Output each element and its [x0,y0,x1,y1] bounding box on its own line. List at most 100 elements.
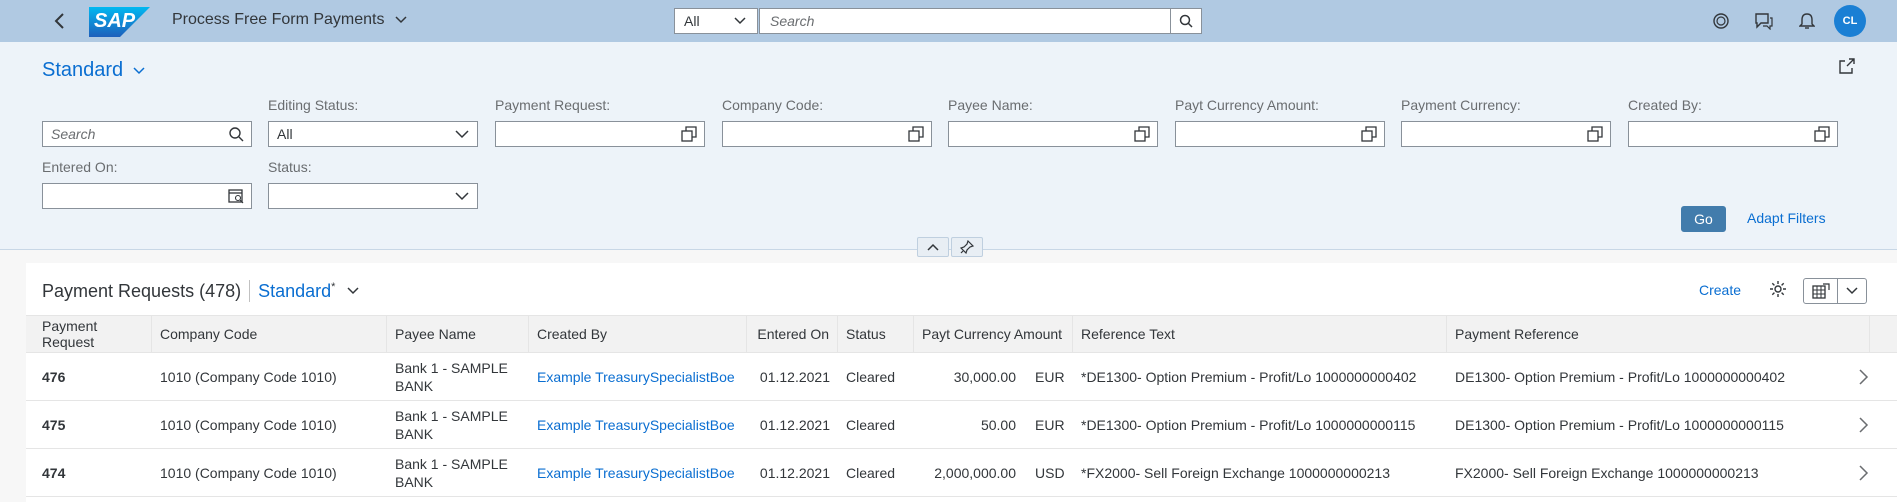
cell-created-by-link[interactable]: Example TreasurySpecialistBoe [529,449,747,497]
value-help-icon[interactable] [681,126,697,142]
calendar-icon[interactable] [228,188,244,204]
status-select[interactable] [268,183,478,209]
table-row[interactable]: 474 1010 (Company Code 1010) Bank 1 - SA… [26,449,1897,497]
go-button[interactable]: Go [1681,206,1726,232]
value-help-icon[interactable] [1587,126,1603,142]
payment-currency-input[interactable] [1401,121,1611,147]
cell-payment-reference: FX2000- Sell Foreign Exchange 1000000000… [1455,465,1759,481]
filter-label [42,97,252,116]
cell-reference-text: *DE1300- Option Premium - Profit/Lo 1000… [1081,369,1417,385]
column-header-reference-text[interactable]: Reference Text [1073,316,1447,352]
value-help-icon[interactable] [1814,126,1830,142]
export-to-spreadsheet-button[interactable] [1804,279,1838,303]
column-header-status[interactable]: Status [838,316,914,352]
variant-modified-marker: * [331,280,336,293]
created-by-input[interactable] [1628,121,1838,147]
table-variant-selector[interactable]: Standard* [258,281,359,302]
cell-reference-text: *DE1300- Option Premium - Profit/Lo 1000… [1081,417,1416,433]
filter-label: Payt Currency Amount: [1175,97,1319,113]
table-row[interactable]: 476 1010 (Company Code 1010) Bank 1 - SA… [26,353,1897,401]
cell-payment-request: 474 [42,465,66,481]
filter-payee-name: Payee Name: [948,97,1158,147]
cell-payee-name: Bank 1 - SAMPLE BANK [387,449,529,497]
table-title-area: Payment Requests (478) Standard* [42,280,359,302]
cell-currency: USD [1035,465,1065,481]
chevron-right-icon[interactable] [1855,368,1871,386]
value-help-icon[interactable] [1134,126,1150,142]
chevron-right-icon[interactable] [1855,464,1871,482]
user-avatar[interactable]: CL [1834,5,1866,37]
column-header-payment-request[interactable]: Payment Request [26,316,152,352]
global-search-input[interactable] [770,13,1120,29]
cell-currency: EUR [1035,417,1065,433]
copilot-icon[interactable] [1710,10,1732,32]
table-row[interactable]: 475 1010 (Company Code 1010) Bank 1 - SA… [26,401,1897,449]
column-header-payt-currency-amount[interactable]: Payt Currency Amount [914,316,1073,352]
cell-status: Cleared [846,417,896,433]
filter-company-code: Company Code: [722,97,932,147]
feedback-icon[interactable] [1753,10,1775,32]
search-icon[interactable] [228,126,244,142]
cell-amount: 30,000.00 [953,369,1016,385]
chevron-down-icon [455,192,469,201]
cell-currency: EUR [1035,369,1065,385]
table-settings-button[interactable] [1769,280,1791,302]
search-icon [1179,14,1193,28]
value-help-icon[interactable] [1361,126,1377,142]
variant-selector[interactable]: Standard [42,59,145,82]
payment-request-input[interactable] [495,121,705,147]
column-header-company-code[interactable]: Company Code [152,316,387,352]
column-header-payee-name[interactable]: Payee Name [387,316,529,352]
back-arrow-icon[interactable] [50,11,70,31]
company-code-input[interactable] [722,121,932,147]
payee-name-line: BANK [395,474,434,490]
cell-amount: 50.00 [980,417,1016,433]
filter-entered-on: Entered On: [42,159,252,209]
chevron-down-icon [394,16,407,24]
cell-payment-request: 476 [42,369,66,385]
cell-status: Cleared [846,369,896,385]
export-button-group [1803,278,1867,304]
adapt-filters-button[interactable]: Adapt Filters [1747,210,1826,226]
app-title-menu[interactable]: Process Free Form Payments [172,11,407,29]
notifications-bell-icon[interactable] [1796,10,1818,32]
column-header-payment-reference[interactable]: Payment Reference [1447,316,1870,352]
filter-label: Payee Name: [948,97,1033,113]
cell-created-by-link[interactable]: Example TreasurySpecialistBoe [529,401,747,449]
pin-header-button[interactable] [951,237,983,257]
collapse-header-button[interactable] [917,237,949,257]
filter-label: Created By: [1628,97,1702,113]
global-search [759,8,1202,34]
pin-icon [960,240,974,254]
chevron-down-icon [1846,287,1858,295]
editing-status-value: All [277,126,293,142]
sap-logo[interactable]: SAP [89,7,150,37]
editing-status-select[interactable]: All [268,121,478,147]
search-scope-select[interactable]: All [674,8,758,34]
filter-search-input[interactable]: Search [42,121,252,147]
cell-payment-reference: DE1300- Option Premium - Profit/Lo 10000… [1455,417,1784,433]
payee-name-line: Bank 1 - SAMPLE [395,360,508,376]
search-button[interactable] [1170,9,1201,33]
entered-on-date-input[interactable] [42,183,252,209]
column-header-created-by[interactable]: Created By [529,316,747,352]
value-help-icon[interactable] [908,126,924,142]
filter-search: Search [42,97,252,147]
filter-label: Editing Status: [268,97,359,113]
chevron-down-icon [734,17,746,25]
payt-currency-amount-input[interactable] [1175,121,1385,147]
chevron-up-icon [927,243,939,251]
cell-created-by-link[interactable]: Example TreasurySpecialistBoe [529,353,747,401]
create-button[interactable]: Create [1699,282,1741,298]
filter-status: Status: [268,159,478,209]
filter-label: Payment Currency: [1401,97,1521,113]
cell-reference-text: *FX2000- Sell Foreign Exchange 100000000… [1081,465,1391,481]
share-icon[interactable] [1838,57,1860,79]
column-header-entered-on[interactable]: Entered On [747,316,838,352]
payee-name-line: Bank 1 - SAMPLE [395,456,508,472]
cell-entered-on: 01.12.2021 [759,465,830,481]
filter-header: Standard Search Editing Status: All Paym… [0,42,1897,257]
payee-name-input[interactable] [948,121,1158,147]
chevron-right-icon[interactable] [1855,416,1871,434]
export-menu-button[interactable] [1838,279,1866,303]
